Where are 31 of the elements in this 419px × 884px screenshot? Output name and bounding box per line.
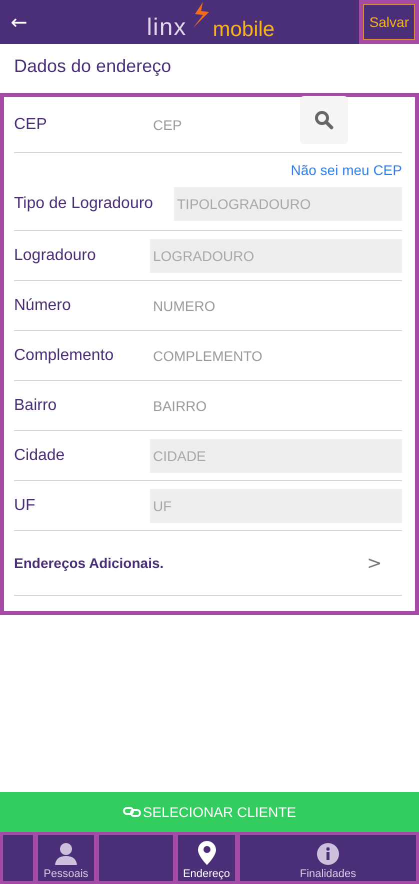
logo-text: linx: [146, 14, 187, 42]
link[interactable]: Não sei meu CEP: [290, 162, 402, 178]
chevron-icon: >: [366, 552, 402, 574]
logo-text: mobile: [212, 18, 275, 42]
field-label: Cidade: [14, 446, 66, 464]
person-icon: [54, 841, 78, 865]
field-label: Bairro: [14, 396, 58, 414]
save-button[interactable]: Salvar: [363, 4, 415, 40]
nav-tab[interactable]: Pessoais: [38, 835, 94, 881]
field-label: UF: [14, 496, 36, 514]
input-field[interactable]: UF: [150, 488, 402, 522]
field-label: Logradouro: [14, 246, 97, 264]
item-label: Endereços Adicionais.: [14, 555, 164, 571]
field-label: CEP: [14, 116, 48, 134]
back-button[interactable]: ←: [0, 10, 32, 34]
field-label: Número: [14, 296, 72, 314]
link-icon: [122, 807, 141, 817]
input-field[interactable]: CIDADE: [150, 438, 402, 472]
tab-placeholder: [3, 835, 33, 881]
input-field[interactable]: LOGRADOURO: [150, 238, 402, 272]
search-button[interactable]: [300, 96, 348, 144]
pin-icon: [198, 841, 216, 865]
search-icon: [314, 110, 334, 130]
nav-tab[interactable]: Finalidades: [240, 835, 416, 881]
info-icon: [317, 843, 339, 865]
input-field[interactable]: TIPOLOGRADOURO: [174, 187, 402, 221]
field-label: Tipo de Logradouro: [14, 195, 154, 213]
nav-tab[interactable]: Endereço: [178, 835, 235, 881]
field-label: Complemento: [14, 346, 115, 364]
page-title: Dados do endereço: [13, 55, 172, 78]
list-item[interactable]: Endereços Adicionais. >: [14, 531, 402, 596]
